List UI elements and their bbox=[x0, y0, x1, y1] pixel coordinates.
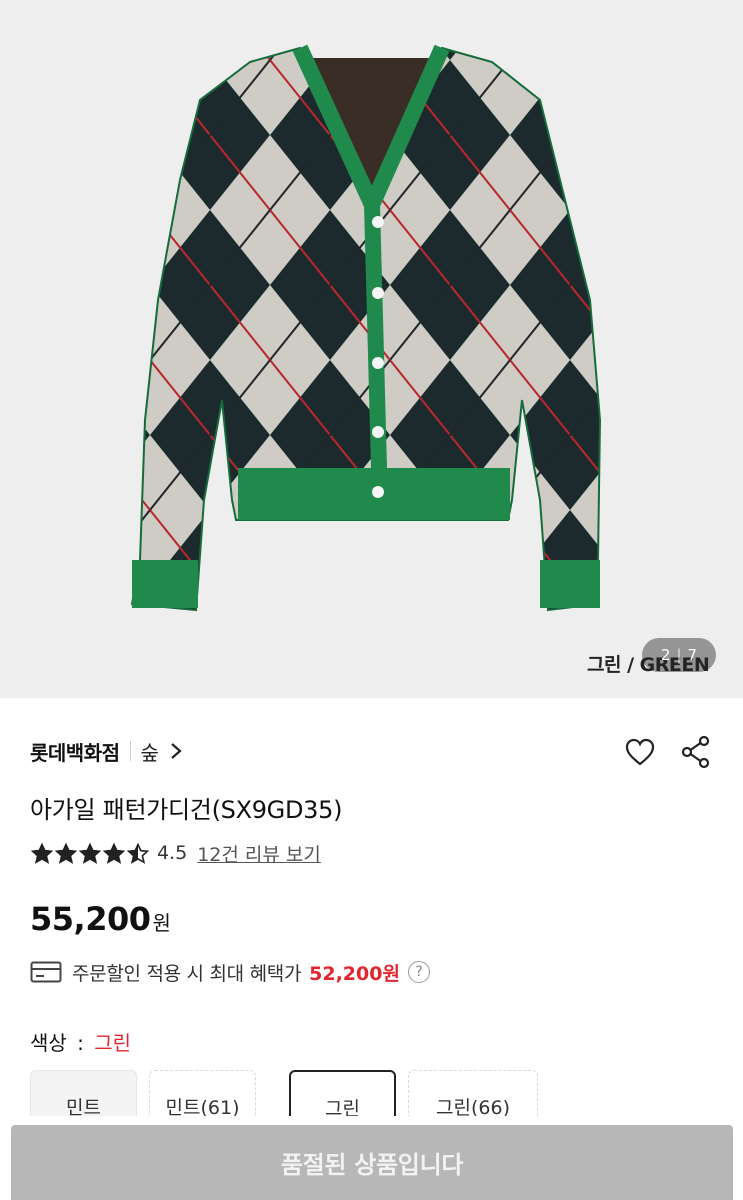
price-row: 55,200 원 bbox=[30, 900, 171, 938]
wishlist-button[interactable] bbox=[622, 734, 658, 770]
benefit-text: 주문할인 적용 시 최대 혜택가 bbox=[72, 962, 302, 985]
chevron-right-icon[interactable] bbox=[169, 741, 183, 761]
product-title: 아가일 패턴가디건(SX9GD35) bbox=[30, 796, 343, 824]
heart-icon bbox=[625, 738, 655, 766]
pager-total: 7 bbox=[687, 646, 698, 664]
color-swatch-1[interactable]: 민트(61) bbox=[149, 1070, 256, 1116]
rating-value: 4.5 bbox=[157, 842, 188, 864]
color-label: 색상 bbox=[30, 1031, 67, 1055]
cardigan-photo bbox=[130, 44, 602, 612]
brand-row[interactable]: 롯데백화점 숲 bbox=[30, 735, 183, 767]
share-button[interactable] bbox=[678, 734, 714, 770]
review-link[interactable]: 12건 리뷰 보기 bbox=[197, 840, 321, 867]
card-icon bbox=[30, 961, 62, 983]
sold-out-button[interactable]: 품절된 상품입니다 bbox=[11, 1125, 733, 1200]
benefit-row: 주문할인 적용 시 최대 혜택가 52,200원 ? bbox=[30, 956, 430, 988]
question-icon[interactable]: ? bbox=[407, 961, 430, 983]
pager-current: 2 bbox=[660, 646, 671, 664]
brand-shop[interactable]: 숲 bbox=[141, 737, 159, 766]
color-selected: 그린 bbox=[94, 1031, 132, 1055]
star-icon bbox=[127, 842, 149, 864]
rating-stars bbox=[31, 842, 149, 864]
price-currency: 원 bbox=[152, 911, 171, 935]
star-icon bbox=[103, 842, 125, 864]
color-separator: : bbox=[77, 1031, 84, 1055]
color-swatch-3[interactable]: 그린(66) bbox=[408, 1070, 538, 1116]
color-swatch-label: 그린(66) bbox=[436, 1097, 510, 1116]
star-icon bbox=[55, 842, 77, 864]
color-swatch-label: 민트(61) bbox=[165, 1097, 240, 1116]
product-image[interactable]: 그린 / GREEN 2 | 7 bbox=[0, 0, 743, 698]
share-icon bbox=[681, 735, 710, 769]
color-option-label: 색상 : 그린 bbox=[30, 1027, 131, 1056]
color-swatch-2[interactable]: 그린 bbox=[289, 1070, 396, 1116]
color-swatches: 민트 민트(61) 그린 그린(66) bbox=[30, 1070, 743, 1116]
price: 55,200 bbox=[30, 900, 151, 938]
color-swatch-label: 민트 bbox=[66, 1097, 101, 1116]
color-swatch-0[interactable]: 민트 bbox=[30, 1070, 137, 1116]
star-icon bbox=[31, 842, 53, 864]
rating-row: 4.5 12건 리뷰 보기 bbox=[31, 838, 321, 868]
brand-name[interactable]: 롯데백화점 bbox=[30, 737, 120, 766]
color-swatch-label: 그린 bbox=[325, 1098, 360, 1116]
brand-divider bbox=[129, 741, 131, 761]
benefit-price: 52,200원 bbox=[309, 962, 400, 985]
pager-separator-icon: | bbox=[676, 646, 682, 664]
star-icon bbox=[79, 842, 101, 864]
image-pager: 2 | 7 bbox=[642, 638, 716, 672]
